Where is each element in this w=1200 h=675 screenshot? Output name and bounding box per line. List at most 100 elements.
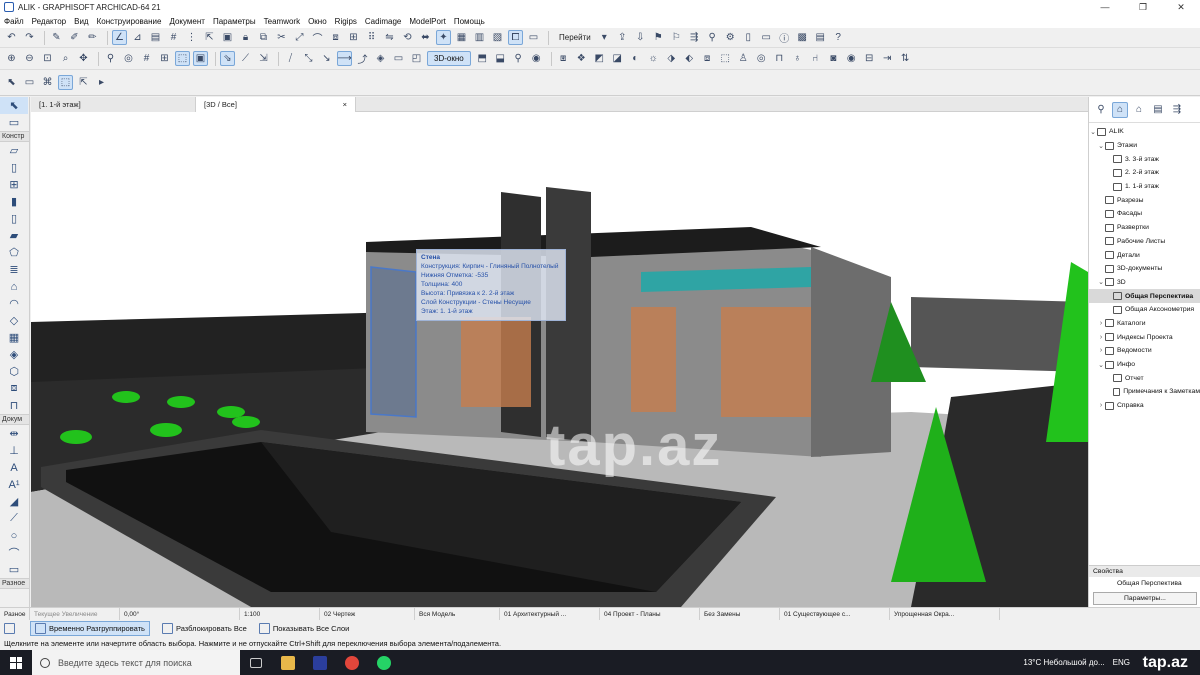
zoom-in-icon[interactable]: ⊕: [4, 51, 19, 66]
arrow-icon[interactable]: ⬉: [4, 75, 19, 90]
layout-icon[interactable]: ▭: [526, 30, 541, 45]
marquee-tool-icon[interactable]: ▭: [0, 114, 28, 131]
expand-icon[interactable]: ›: [1097, 334, 1105, 341]
back-icon[interactable]: [4, 622, 18, 634]
section-box-icon[interactable]: ⧈: [700, 51, 715, 66]
cube-icon[interactable]: ▣: [220, 30, 235, 45]
tree-perspective[interactable]: Общая Перспектива: [1089, 289, 1200, 303]
curtain-wall-tool-icon[interactable]: ▦: [0, 329, 28, 346]
fit-in-window-icon[interactable]: ⊡: [40, 51, 55, 66]
window-3d-icon[interactable]: ⧠: [508, 30, 523, 45]
person-icon[interactable]: ♙: [736, 51, 751, 66]
sun-icon[interactable]: ☼: [646, 51, 661, 66]
3d-viewport[interactable]: Стена Конструкция: Кирпич - Глиняный Пол…: [31, 112, 1088, 607]
tree-elevations[interactable]: Фасады: [1089, 207, 1200, 221]
tree-stories[interactable]: ⌄ Этажи: [1089, 139, 1200, 153]
snap-icon[interactable]: ⋮: [184, 30, 199, 45]
roof-tool-icon[interactable]: ⌂: [0, 278, 28, 295]
magic-wand-icon[interactable]: ✦: [436, 30, 451, 45]
menu-help[interactable]: Помощь: [454, 17, 485, 26]
language-indicator[interactable]: ENG: [1113, 658, 1130, 667]
chair-icon[interactable]: ⑁: [808, 51, 823, 66]
tree-info[interactable]: ⌄ Инфо: [1089, 358, 1200, 372]
model-view-field[interactable]: Вся Модель: [415, 607, 500, 621]
redo-icon[interactable]: ↷: [22, 30, 37, 45]
camera-icon[interactable]: ◎: [754, 51, 769, 66]
style-icon[interactable]: ⬗: [664, 51, 679, 66]
properties-header[interactable]: Свойства: [1089, 565, 1200, 577]
tree-root[interactable]: ⌄ ALIK: [1089, 125, 1200, 139]
lamp-icon[interactable]: ♁: [790, 51, 805, 66]
wall-tool-icon[interactable]: ▱: [0, 142, 28, 159]
stretch-icon[interactable]: ⬌: [418, 30, 433, 45]
tab-3d[interactable]: [3D / Все] ×: [196, 97, 356, 112]
calculator-icon[interactable]: ▩: [795, 30, 810, 45]
tree-report[interactable]: Отчет: [1089, 371, 1200, 385]
zoom-out-icon[interactable]: ⊖: [22, 51, 37, 66]
maximize-button[interactable]: ❐: [1124, 0, 1162, 14]
chrome-icon[interactable]: [336, 650, 368, 675]
cut-plane-icon[interactable]: ◰: [409, 51, 424, 66]
scale-field[interactable]: 1:100: [240, 607, 320, 621]
column-tool-icon[interactable]: ▯: [0, 210, 28, 227]
measure-tool-icon[interactable]: ⟶: [337, 51, 352, 66]
show-layers-button[interactable]: Показывать Все Слои: [258, 622, 349, 634]
railing-tool-icon[interactable]: ⊓: [0, 397, 28, 414]
pan-icon[interactable]: ✥: [76, 51, 91, 66]
orbit-icon[interactable]: ◎: [121, 51, 136, 66]
archicad-taskbar-icon[interactable]: [304, 650, 336, 675]
walk-icon[interactable]: ⚲: [103, 51, 118, 66]
navigator-options-icon[interactable]: ⚲: [1093, 102, 1109, 118]
taskbar-search[interactable]: Введите здесь текст для поиска: [32, 650, 240, 675]
rotate-icon[interactable]: ⟲: [400, 30, 415, 45]
tree-3d[interactable]: ⌄ 3D: [1089, 276, 1200, 290]
layer-combo-field[interactable]: 01 Архитектурный ...: [500, 607, 600, 621]
tab-close-icon[interactable]: ×: [343, 100, 347, 109]
menu-view[interactable]: Вид: [74, 17, 88, 26]
pencil-icon[interactable]: ✏: [85, 30, 100, 45]
label-tool-icon[interactable]: A¹: [0, 476, 28, 493]
text-tool-icon[interactable]: A: [0, 459, 28, 476]
plan-view-icon[interactable]: ▦: [454, 30, 469, 45]
selection-mode-icon[interactable]: ⬚: [58, 75, 73, 90]
rectangle-tool-icon[interactable]: ▭: [391, 51, 406, 66]
snap-guides-icon[interactable]: ∠: [112, 30, 127, 45]
zoom-icon[interactable]: ⌕: [58, 51, 73, 66]
tree-project-indexes[interactable]: › Индексы Проекта: [1089, 330, 1200, 344]
bookmark-icon[interactable]: ⚲: [705, 30, 720, 45]
wireframe-icon[interactable]: ⬖: [682, 51, 697, 66]
help-icon[interactable]: ?: [831, 30, 846, 45]
tree-story-1[interactable]: 1. 1-й этаж: [1089, 180, 1200, 194]
close-button[interactable]: ✕: [1162, 0, 1200, 14]
arrow-tool-icon[interactable]: ⇘: [220, 51, 235, 66]
graphic-override-field[interactable]: Без Замены: [700, 607, 780, 621]
rectangle-select-icon[interactable]: ▭: [22, 75, 37, 90]
menu-document[interactable]: Документ: [169, 17, 205, 26]
surface-icon[interactable]: ◩: [592, 51, 607, 66]
slab-tool-icon[interactable]: ⬠: [0, 244, 28, 261]
reserve-icon[interactable]: ⚑: [651, 30, 666, 45]
array-icon[interactable]: ⠿: [364, 30, 379, 45]
offset-icon[interactable]: ⧈: [328, 30, 343, 45]
settings-icon[interactable]: ⚙: [723, 30, 738, 45]
tree-worksheets[interactable]: Рабочие Листы: [1089, 235, 1200, 249]
fill-tool-icon[interactable]: ◢: [0, 493, 28, 510]
grid-icon[interactable]: #: [166, 30, 181, 45]
adjust-icon[interactable]: ⤢: [292, 30, 307, 45]
collapse-icon[interactable]: ⌄: [1097, 361, 1105, 369]
elevation-view-icon[interactable]: ▧: [490, 30, 505, 45]
record-icon[interactable]: ◉: [844, 51, 859, 66]
teamwork-receive-icon[interactable]: ⇩: [633, 30, 648, 45]
tree-notes[interactable]: Примечания к Заметкам: [1089, 385, 1200, 399]
morph-tool-icon[interactable]: ◈: [0, 346, 28, 363]
expand-icon[interactable]: ›: [1097, 347, 1105, 354]
tree-help[interactable]: › Справка: [1089, 399, 1200, 413]
sort-icon[interactable]: ⇅: [898, 51, 913, 66]
expand-icon[interactable]: ▸: [94, 75, 109, 90]
menu-modelport[interactable]: ModelPort: [409, 17, 445, 26]
eyedropper-icon[interactable]: ✎: [49, 30, 64, 45]
object-tool-icon[interactable]: ▮: [0, 193, 28, 210]
explorer-icon[interactable]: ⚲: [511, 51, 526, 66]
shadow-icon[interactable]: ◐: [628, 51, 643, 66]
publish-icon[interactable]: ⇶: [687, 30, 702, 45]
